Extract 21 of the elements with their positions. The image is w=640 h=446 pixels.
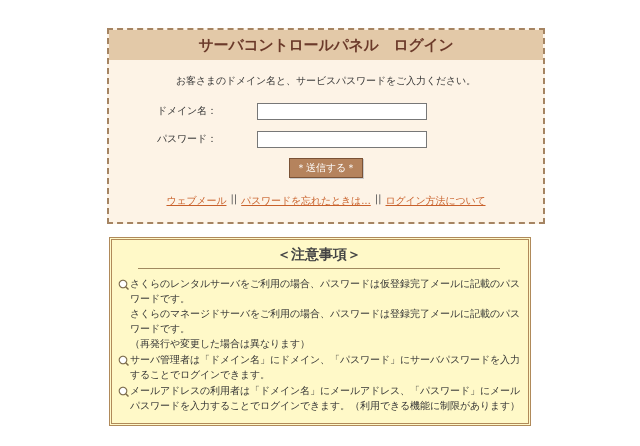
link[interactable]: ウェブメール (166, 194, 226, 208)
note-text: さくらのレンタルサーバをご利用の場合、パスワードは仮登録完了メールに記載のパスワードです。 (130, 278, 520, 307)
note-text: さくらのマネージドサーバをご利用の場合、パスワードは登録完了メールに記載のパスワードです。 (130, 308, 520, 337)
link[interactable]: ログイン方法について (386, 194, 486, 208)
field-label: パスワード： (157, 133, 218, 146)
magnifier-icon (118, 279, 129, 290)
link-separator: || (230, 194, 238, 207)
note-text: サーバ管理者は「ドメイン名」にドメイン、「パスワード」にサーバパスワードを入力することでログインできます。 (130, 354, 520, 383)
input-field[interactable] (257, 130, 427, 148)
instruction-text: お客さまのドメイン名と、サービスパスワードをご入力ください。 (175, 74, 477, 88)
magnifier-icon (118, 355, 129, 366)
link-separator: || (374, 194, 382, 207)
panel-title: サーバコントロールパネル ログイン (109, 30, 543, 60)
note-text: メールアドレスの利用者は「ドメイン名」にメールアドレス、「パスワード」にメールパスワードを入力することでログインできます。（利用できる機能に制限があります） (130, 384, 520, 414)
field-label: ドメイン名： (157, 105, 218, 118)
note-text: （再発行や変更した場合は異なります） (130, 338, 311, 352)
magnifier-icon (118, 386, 129, 397)
notes-title: ＜注意事項＞ (138, 246, 500, 269)
submit-button[interactable]: ＊送信する＊ (289, 158, 363, 178)
input-field[interactable] (257, 102, 427, 120)
link[interactable]: パスワードを忘れたときは... (241, 194, 371, 208)
